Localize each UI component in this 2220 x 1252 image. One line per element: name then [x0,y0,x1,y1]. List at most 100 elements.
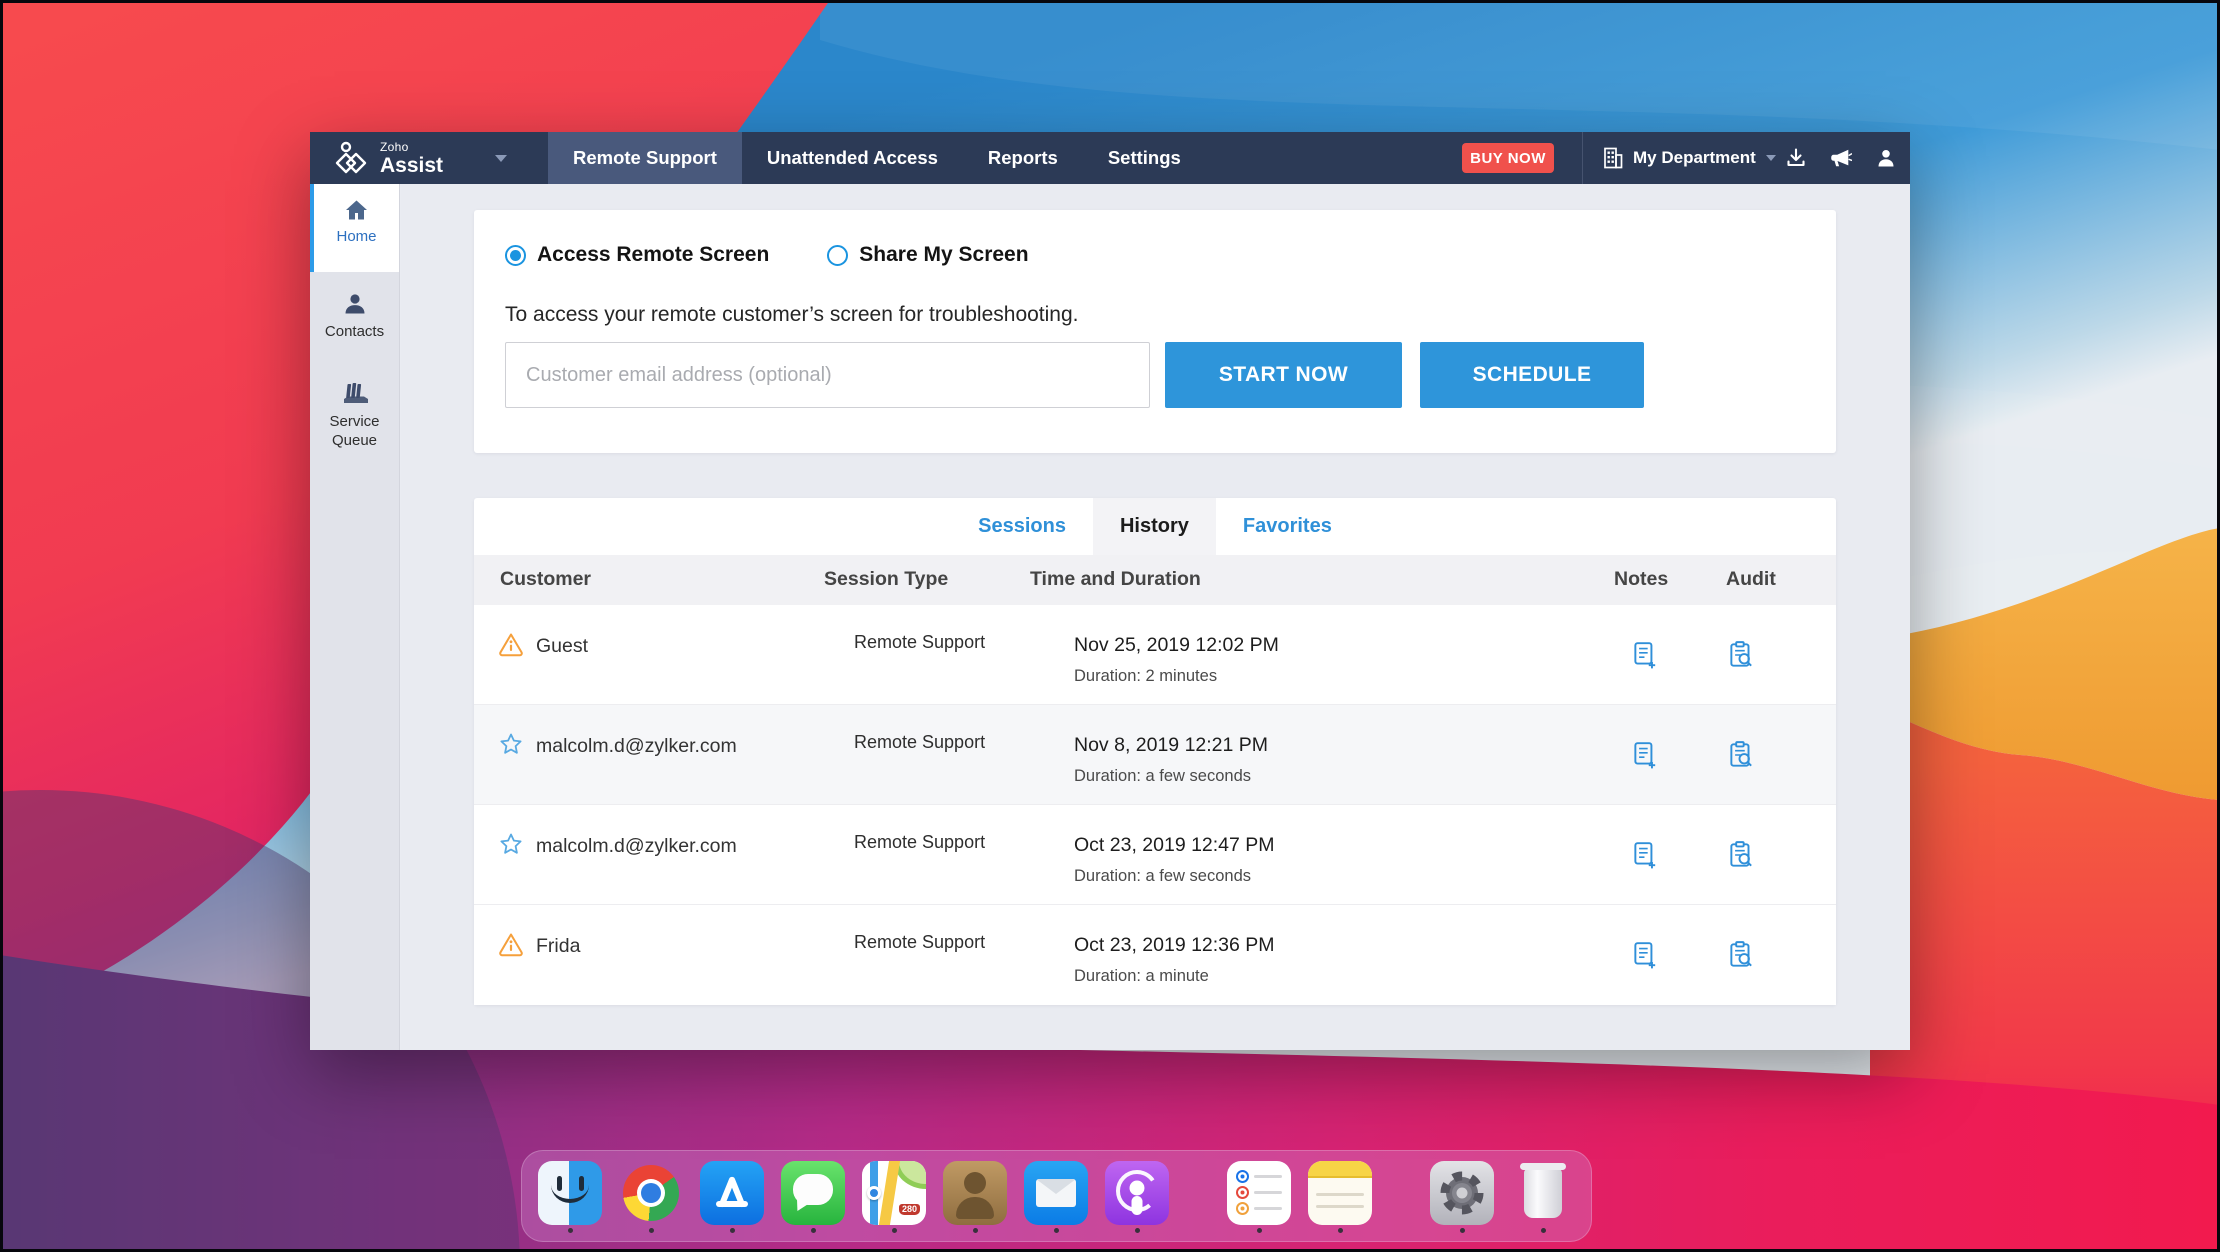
sidebar-item-service-queue[interactable]: Service Queue [310,374,399,451]
home-icon [346,200,367,220]
tab-favorites[interactable]: Favorites [1216,498,1359,555]
dock-reminders-icon[interactable] [1227,1161,1291,1233]
table-row[interactable]: malcolm.d@zylker.com Remote Support Nov … [474,705,1836,805]
session-duration: Duration: a few seconds [1074,867,1252,885]
radio-unselected-icon[interactable] [827,244,849,266]
radio-share-my-screen[interactable]: Share My Screen [827,243,1029,267]
schedule-button[interactable]: SCHEDULE [1420,342,1644,408]
dock-chrome-icon[interactable] [619,1161,683,1233]
running-indicator [1053,1228,1059,1233]
radio-label: Share My Screen [859,243,1029,266]
table-row[interactable]: malcolm.d@zylker.com Remote Support Oct … [474,805,1836,905]
navbar-divider [1582,132,1583,184]
add-note-icon[interactable] [1630,940,1660,970]
customer-name: malcolm.d@zylker.com [536,735,737,757]
customer-email-input[interactable] [505,342,1150,408]
dock-maps-icon[interactable]: 280 [862,1161,926,1233]
session-time: Nov 8, 2019 12:21 PM [1074,734,1269,756]
audit-icon[interactable] [1726,640,1756,670]
customer-name: Guest [536,635,589,657]
sidebar-item-home[interactable]: Home [310,184,399,272]
add-note-icon[interactable] [1630,640,1660,670]
maps-route-badge: 280 [897,1203,921,1216]
session-type: Remote Support [854,832,986,852]
audit-icon[interactable] [1726,740,1756,770]
session-time: Nov 25, 2019 12:02 PM [1074,634,1279,656]
customer-name: Frida [536,935,581,957]
tab-history[interactable]: History [1092,498,1216,555]
left-sidebar: Home Contacts Service Queue [310,184,400,1050]
dock-notes-icon[interactable] [1308,1161,1372,1233]
primary-nav: Remote Support Unattended Access Reports… [548,132,1206,184]
audit-icon[interactable] [1726,940,1756,970]
history-tabs: Sessions History Favorites [474,498,1836,555]
announcement-icon[interactable] [1828,146,1852,170]
nav-tab-unattended-access[interactable]: Unattended Access [742,132,963,184]
sidebar-label: Contacts [324,323,385,340]
session-duration: Duration: a minute [1074,967,1209,985]
service-queue-icon [343,383,368,403]
nav-tab-remote-support[interactable]: Remote Support [548,132,742,184]
user-icon[interactable] [1874,146,1898,170]
department-selector[interactable]: My Department [1602,132,1776,184]
add-note-icon[interactable] [1630,740,1660,770]
running-indicator [648,1228,654,1233]
column-notes: Notes [1614,568,1669,590]
sessions-history-panel: Sessions History Favorites Customer Sess… [474,498,1836,1005]
chevron-down-icon[interactable] [495,154,508,162]
session-type: Remote Support [854,732,986,752]
dock: 280 [521,1150,1592,1242]
running-indicator [810,1228,816,1233]
add-note-icon[interactable] [1630,840,1660,870]
desktop: Zoho Assist Remote Support Unattended Ac… [0,0,2220,1252]
start-session-panel: Access Remote Screen Share My Screen To … [474,210,1836,453]
customer-name: malcolm.d@zylker.com [536,835,737,857]
dock-system-preferences-icon[interactable] [1430,1161,1494,1233]
running-indicator [1134,1228,1140,1233]
dock-app-store-icon[interactable] [700,1161,764,1233]
radio-access-remote-screen[interactable]: Access Remote Screen [505,243,769,267]
table-row[interactable]: Guest Remote Support Nov 25, 2019 12:02 … [474,605,1836,705]
start-now-button[interactable]: START NOW [1165,342,1402,408]
dock-mail-icon[interactable] [1024,1161,1088,1233]
dock-trash-icon[interactable] [1511,1161,1575,1233]
favorite-star-icon[interactable] [498,831,524,857]
dock-podcasts-icon[interactable] [1105,1161,1169,1233]
table-row[interactable]: Frida Remote Support Oct 23, 2019 12:36 … [474,905,1836,1005]
radio-selected-icon[interactable] [505,244,526,266]
sidebar-label: Home [336,228,377,245]
audit-icon[interactable] [1726,840,1756,870]
zoho-assist-logo[interactable]: Zoho Assist [332,132,508,184]
column-audit: Audit [1726,568,1776,590]
session-type: Remote Support [854,932,986,952]
contacts-icon [345,294,364,314]
nav-tab-reports[interactable]: Reports [963,132,1083,184]
zoho-assist-window: Zoho Assist Remote Support Unattended Ac… [310,132,1910,1050]
nav-tab-settings[interactable]: Settings [1083,132,1206,184]
main-content: Access Remote Screen Share My Screen To … [401,184,1910,1050]
running-indicator [1459,1228,1465,1233]
dock-messages-icon[interactable] [781,1161,845,1233]
session-description: To access your remote customer’s screen … [505,303,1079,326]
dock-finder-icon[interactable] [538,1161,602,1233]
favorite-star-icon[interactable] [498,731,524,757]
session-duration: Duration: 2 minutes [1074,667,1218,685]
zoho-assist-logo-icon [335,141,367,174]
session-type: Remote Support [854,632,986,652]
download-icon[interactable] [1784,146,1808,170]
column-customer: Customer [500,568,592,590]
session-time: Oct 23, 2019 12:47 PM [1074,834,1275,856]
session-time: Oct 23, 2019 12:36 PM [1074,934,1275,956]
sidebar-item-contacts[interactable]: Contacts [310,284,399,342]
session-duration: Duration: a few seconds [1074,767,1252,785]
tab-sessions[interactable]: Sessions [951,498,1093,555]
dock-contacts-icon[interactable] [943,1161,1007,1233]
running-indicator [1256,1228,1262,1233]
warning-icon [499,633,523,657]
buy-now-button[interactable]: BUY NOW [1462,143,1554,173]
running-indicator [972,1228,978,1233]
session-mode-radios: Access Remote Screen Share My Screen [505,243,1029,267]
warning-icon [499,933,523,957]
column-time-duration: Time and Duration [1030,568,1201,590]
table-header: Customer Session Type Time and Duration … [474,555,1836,605]
